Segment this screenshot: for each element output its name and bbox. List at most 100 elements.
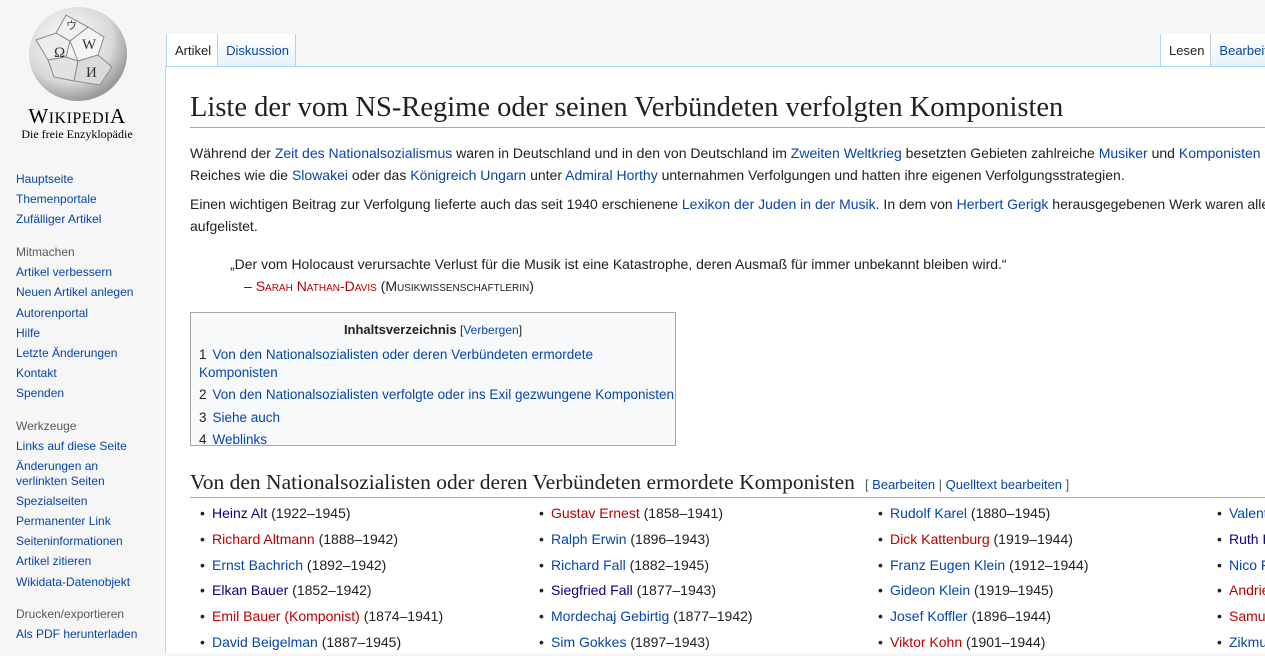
list-item: • Zikmu xyxy=(1207,632,1265,653)
inline-link[interactable]: Herbert Gerigk xyxy=(957,196,1049,212)
list-item: • Emil Bauer (Komponist) (1874–1941) xyxy=(190,606,443,632)
sidebar-item-zufaelliger-artikel[interactable]: Zufälliger Artikel xyxy=(16,212,101,226)
list-item: • Nico F xyxy=(1207,555,1265,581)
toc-toggle-link[interactable]: Verbergen xyxy=(463,323,518,337)
list-item: • Ernst Bachrich (1892–1942) xyxy=(190,555,443,581)
sidebar-item-autorenportal[interactable]: Autorenportal xyxy=(16,306,88,320)
sidebar-heading: Drucken/exportieren xyxy=(16,606,125,621)
bullet-icon: • xyxy=(878,556,883,573)
sidebar-item-letzte-aenderungen[interactable]: Letzte Änderungen xyxy=(16,346,117,360)
list-item: • Siegfried Fall (1877–1943) xyxy=(529,580,753,606)
sidebar-item-permanenter-link[interactable]: Permanenter Link xyxy=(16,514,111,528)
composer-link[interactable]: Richard Altmann xyxy=(212,531,315,547)
composer-years: (1896–1943) xyxy=(626,530,710,547)
composer-years: (1896–1944) xyxy=(967,608,1051,625)
composer-link[interactable]: Josef Koffler xyxy=(890,608,968,624)
inline-link[interactable]: Lexikon der Juden in der Musik xyxy=(682,196,876,212)
bullet-icon: • xyxy=(200,633,205,650)
sidebar-item-links-auf-diese-seite[interactable]: Links auf diese Seite xyxy=(16,439,127,453)
bullet-icon: • xyxy=(539,608,544,625)
tab-artikel[interactable]: Artikel xyxy=(166,34,219,66)
composer-link[interactable]: Valent xyxy=(1229,505,1265,521)
composer-link[interactable]: Samu xyxy=(1229,608,1265,624)
list-item: • Rudolf Karel (1880–1945) xyxy=(868,503,1088,529)
sidebar-item-artikel-zitieren[interactable]: Artikel zitieren xyxy=(16,554,91,568)
sidebar-item-hilfe[interactable]: Hilfe xyxy=(16,326,40,340)
composer-years: (1888–1942) xyxy=(314,530,399,547)
inline-link[interactable]: Königreich Ungarn xyxy=(410,167,526,183)
quote-author-link[interactable]: Sarah Nathan-Davis xyxy=(256,278,377,294)
composer-link[interactable]: Ernst Bachrich xyxy=(212,557,303,573)
inline-link[interactable]: Slowakei xyxy=(292,167,348,183)
composer-link[interactable]: Rudolf Karel xyxy=(890,505,967,521)
composer-link[interactable]: Siegfried Fall xyxy=(551,582,633,598)
sidebar: Hauptseite Themenportale Zufälliger Arti… xyxy=(16,172,156,656)
composer-link[interactable]: Ralph Erwin xyxy=(551,531,626,547)
tab-diskussion[interactable]: Diskussion xyxy=(218,34,296,66)
sidebar-item-artikel-verbessern[interactable]: Artikel verbessern xyxy=(16,265,112,279)
composer-years: (1897–1943) xyxy=(626,633,710,650)
toc-item[interactable]: 2 Von den Nationalsozialisten verfolgte o… xyxy=(199,386,675,404)
edit-source-button[interactable]: Quelltext bearbeiten xyxy=(946,477,1062,492)
composer-link[interactable]: Emil Bauer (Komponist) xyxy=(212,608,360,624)
composer-years: (1880–1945) xyxy=(967,505,1051,521)
view-tabs: Lesen Bearbeiten xyxy=(1160,34,1265,66)
sidebar-item-themenportale[interactable]: Themenportale xyxy=(16,192,97,206)
composer-link[interactable]: Sim Gokkes xyxy=(551,634,626,650)
composer-link[interactable]: Richard Fall xyxy=(551,557,626,573)
svg-text:Ω: Ω xyxy=(54,45,65,61)
sidebar-item-kontakt[interactable]: Kontakt xyxy=(16,366,57,380)
composer-link[interactable]: Ruth H xyxy=(1229,531,1265,547)
sidebar-mitmachen: Mitmachen Artikel verbessern Neuen Artik… xyxy=(16,245,156,401)
sidebar-item-neuen-artikel[interactable]: Neuen Artikel anlegen xyxy=(16,285,133,299)
toc-item[interactable]: 1 Von den Nationalsozialisten oder deren … xyxy=(199,346,675,381)
bullet-icon: • xyxy=(200,505,205,521)
svg-text:И: И xyxy=(86,65,97,81)
inline-link[interactable]: Zeit des Nationalsozialismus xyxy=(275,145,452,161)
sidebar-item-wikidata[interactable]: Wikidata-Datenobjekt xyxy=(16,575,130,589)
composer-years: (1901–1944) xyxy=(962,633,1046,650)
toc-item[interactable]: 3 Siehe auch xyxy=(199,409,675,427)
inline-link[interactable]: Admiral Horthy xyxy=(565,167,658,183)
tab-bearbeiten[interactable]: Bearbeiten xyxy=(1211,34,1265,66)
sidebar-item-seiteninformationen[interactable]: Seiteninformationen xyxy=(16,534,123,548)
composer-link[interactable]: Elkan Bauer xyxy=(212,582,288,598)
composer-link[interactable]: Mordechaj Gebirtig xyxy=(551,608,669,624)
title-divider xyxy=(190,127,1265,128)
inline-link[interactable]: Komponisten xyxy=(1179,145,1261,161)
composer-link[interactable]: Heinz Alt xyxy=(212,505,267,521)
composer-link[interactable]: Dick Kattenburg xyxy=(890,531,990,547)
inline-link[interactable]: Musiker xyxy=(1099,145,1148,161)
wikipedia-logo[interactable]: Ω W И ウ WIKIPEDIA Die freie Enzyklopädie xyxy=(0,0,160,150)
list-item: • Josef Koffler (1896–1944) xyxy=(868,606,1088,632)
composer-link[interactable]: David Beigelman xyxy=(212,634,318,650)
sidebar-item-als-pdf[interactable]: Als PDF herunterladen xyxy=(16,627,137,641)
composer-link[interactable]: Andrie xyxy=(1229,582,1265,598)
composer-years: (1919–1944) xyxy=(989,530,1073,547)
list-item: • Dick Kattenburg (1919–1944) xyxy=(868,529,1088,555)
composer-link[interactable]: Viktor Kohn xyxy=(890,634,962,650)
list-item: • Andrie xyxy=(1207,580,1265,606)
composer-link[interactable]: Franz Eugen Klein xyxy=(890,557,1005,573)
quote-block: „Der vom Holocaust verursachte Verlust f… xyxy=(230,253,1007,297)
composer-link[interactable]: Zikmu xyxy=(1229,634,1265,650)
namespace-tabs: Artikel Diskussion xyxy=(166,34,296,66)
sidebar-item-spezialseiten[interactable]: Spezialseiten xyxy=(16,494,87,508)
toc-title: Inhaltsverzeichnis xyxy=(343,322,457,337)
bullet-icon: • xyxy=(1217,556,1222,573)
list-item: • Ralph Erwin (1896–1943) xyxy=(529,529,753,555)
toc-item[interactable]: 4 Weblinks xyxy=(199,431,675,449)
composer-link[interactable]: Gideon Klein xyxy=(890,582,970,598)
tab-lesen[interactable]: Lesen xyxy=(1160,34,1212,66)
sidebar-item-aenderungen-an-verlinkten[interactable]: Änderungen an verlinkten Seiten xyxy=(16,459,105,487)
bullet-icon: • xyxy=(878,505,883,521)
list-item: • Gustav Ernest (1858–1941) xyxy=(529,503,753,529)
sidebar-item-hauptseite[interactable]: Hauptseite xyxy=(16,172,73,186)
composer-link[interactable]: Gustav Ernest xyxy=(551,505,640,521)
composer-link[interactable]: Nico F xyxy=(1229,557,1265,573)
svg-text:W: W xyxy=(82,37,97,53)
inline-link[interactable]: Zweiten Weltkrieg xyxy=(791,145,902,161)
sidebar-item-spenden[interactable]: Spenden xyxy=(16,386,64,400)
bullet-icon: • xyxy=(878,582,883,599)
edit-section-button[interactable]: Bearbeiten xyxy=(872,477,935,492)
